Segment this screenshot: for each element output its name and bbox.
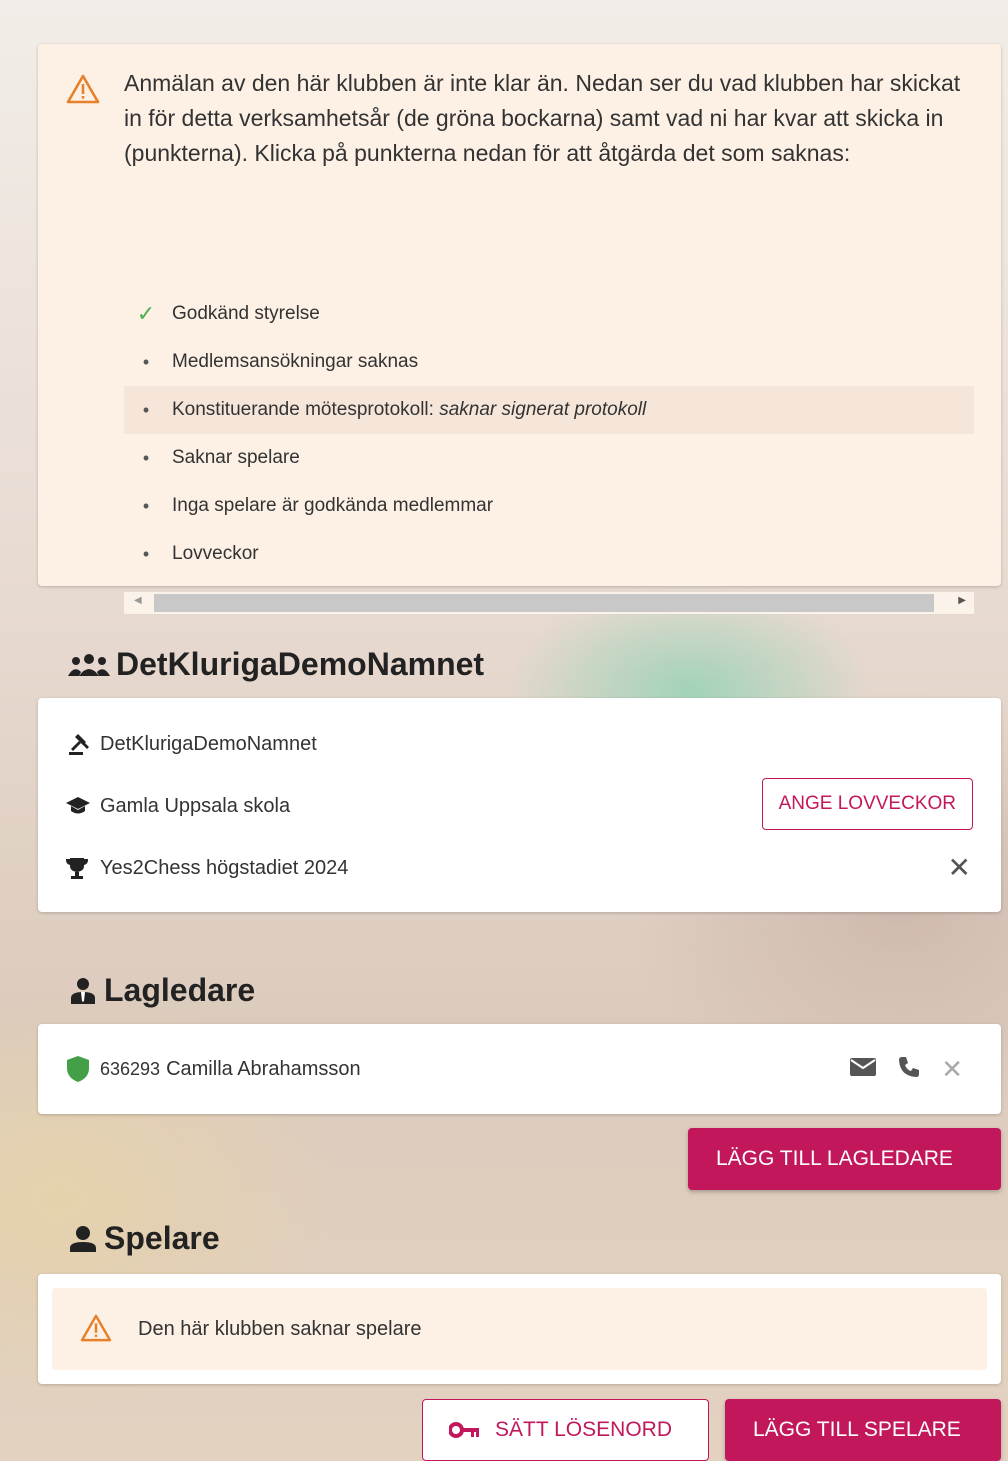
tournament-row: Yes2Chess högstadiet 2024 [66, 848, 973, 888]
scroll-right-icon[interactable]: ▶ [958, 595, 966, 606]
club-section-title: DetKlurigaDemoNamnet [68, 646, 484, 683]
club-name-row: DetKlurigaDemoNamnet [66, 724, 973, 764]
players-title: Spelare [104, 1220, 220, 1256]
requirement-label[interactable]: Saknar spelare [172, 447, 300, 468]
horizontal-scrollbar[interactable]: ◀ ▶ [124, 592, 974, 614]
requirement-list: ✓ Godkänd styrelse • Medlemsansökningar … [124, 290, 974, 578]
add-leader-button[interactable]: LÄGG TILL LAGLEDARE [688, 1128, 1001, 1190]
registration-alert: Anmälan av den här klubben är inte klar … [38, 44, 1001, 614]
set-password-label[interactable]: SÄTT LÖSENORD [495, 1418, 672, 1442]
requirement-label[interactable]: Konstituerande mötesprotokoll: [172, 399, 434, 420]
leader-list-card: 636293 Camilla Abrahamsson ✕ [38, 1024, 1001, 1114]
requirement-label[interactable]: Inga spelare är godkända medlemmar [172, 495, 493, 516]
club-info-card: DetKlurigaDemoNamnet Gamla Uppsala skola… [38, 698, 1001, 912]
requirement-label[interactable]: Medlemsansökningar saknas [172, 351, 418, 372]
players-section-title: Spelare [68, 1220, 220, 1257]
warning-icon [80, 1314, 112, 1347]
person-icon [68, 1225, 98, 1253]
key-icon [449, 1421, 481, 1439]
bullet-icon: • [142, 496, 150, 516]
requirement-item-players[interactable]: • Saknar spelare [124, 434, 974, 482]
bullet-icon: • [142, 400, 150, 420]
alert-message: Anmälan av den här klubben är inte klar … [124, 70, 961, 166]
leader-name: Camilla Abrahamsson [166, 1057, 361, 1080]
remove-leader-icon[interactable]: ✕ [941, 1054, 963, 1085]
leader-icon [68, 977, 98, 1005]
bullet-icon: • [142, 544, 150, 564]
tournament-name: Yes2Chess högstadiet 2024 [100, 856, 349, 879]
scroll-left-icon[interactable]: ◀ [134, 595, 142, 606]
gavel-icon [66, 732, 100, 756]
check-icon: ✓ [136, 301, 156, 326]
leaders-title: Lagledare [104, 972, 256, 1008]
requirement-item-approved-members[interactable]: • Inga spelare är godkända medlemmar [124, 482, 974, 530]
players-card: Den här klubben saknar spelare [38, 1274, 1001, 1384]
requirement-item-membership[interactable]: • Medlemsansökningar saknas [124, 338, 974, 386]
club-title: DetKlurigaDemoNamnet [116, 646, 485, 682]
requirement-item-board: ✓ Godkänd styrelse [124, 290, 974, 338]
requirement-note: saknar signerat protokoll [439, 399, 647, 420]
scrollbar-thumb[interactable] [154, 594, 934, 612]
shield-icon [66, 1055, 100, 1083]
set-password-button[interactable]: SÄTT LÖSENORD [422, 1399, 709, 1461]
school-icon [66, 796, 100, 816]
add-player-button[interactable]: LÄGG TILL SPELARE [725, 1399, 1001, 1461]
leader-contact-actions: ✕ [849, 1054, 963, 1085]
leader-id: 636293 [100, 1058, 161, 1079]
players-empty-alert: Den här klubben saknar spelare [52, 1288, 987, 1370]
school-name: Gamla Uppsala skola [100, 794, 291, 817]
trophy-icon [66, 857, 100, 879]
email-icon[interactable] [849, 1056, 877, 1083]
players-empty-message: Den här klubben saknar spelare [138, 1317, 422, 1340]
leaders-section-title: Lagledare [68, 972, 255, 1009]
requirement-item-holidays[interactable]: • Lovveckor [124, 530, 974, 578]
requirement-item-protocol[interactable]: • Konstituerande mötesprotokoll: saknar … [124, 386, 974, 434]
requirement-label[interactable]: Lovveckor [172, 543, 259, 564]
set-holidays-button[interactable]: ANGE LOVVECKOR [761, 778, 973, 830]
remove-tournament-icon[interactable]: ✕ [948, 854, 971, 882]
warning-icon [66, 74, 100, 109]
club-name: DetKlurigaDemoNamnet [100, 732, 317, 755]
phone-icon[interactable] [897, 1055, 921, 1084]
bullet-icon: • [142, 448, 150, 468]
leader-row: 636293 Camilla Abrahamsson [66, 1049, 973, 1089]
requirement-label: Godkänd styrelse [172, 303, 320, 324]
bullet-icon: • [142, 352, 150, 372]
group-icon [68, 652, 110, 678]
